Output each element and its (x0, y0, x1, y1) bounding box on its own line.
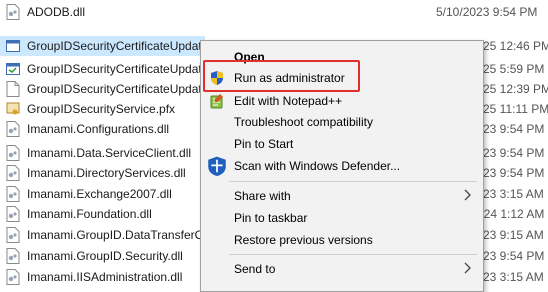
file-name: GroupIDSecurityCertificateUpdat (27, 82, 202, 96)
file-date: 024 1:12 AM (477, 207, 545, 221)
menu-item-label: Troubleshoot compatibility (234, 115, 373, 129)
annotation-highlight-box (203, 60, 360, 92)
dll-file-icon (6, 121, 20, 137)
chevron-right-icon (464, 262, 471, 274)
file-name: Imanami.Configurations.dll (27, 122, 170, 136)
menu-item-troubleshoot[interactable]: Troubleshoot compatibility (201, 111, 483, 133)
menu-item-label: Scan with Windows Defender... (234, 159, 401, 173)
file-date: 23 9:54 PM (483, 166, 545, 180)
menu-item-label: Share with (234, 189, 291, 203)
certificate-file-icon (6, 102, 20, 115)
exe-file-icon (6, 63, 20, 75)
menu-item-label: Restore previous versions (234, 233, 373, 247)
menu-item-restore-versions[interactable]: Restore previous versions (201, 229, 483, 251)
file-date: 5/10/2023 9:54 PM (436, 5, 538, 19)
dll-file-icon (6, 227, 20, 243)
file-name: Imanami.Data.ServiceClient.dll (27, 146, 192, 160)
windows-defender-icon (208, 156, 226, 176)
file-name: GroupIDSecurityService.pfx (27, 102, 176, 116)
file-row-selected[interactable]: GroupIDSecurityCertificateUpdat (0, 36, 205, 56)
menu-item-label: Pin to Start (234, 137, 294, 151)
file-date: 23 3:15 AM (483, 187, 544, 201)
file-date: 25 11:11 PM (483, 102, 548, 116)
menu-separator (229, 254, 477, 255)
menu-item-pin-start[interactable]: Pin to Start (201, 133, 483, 155)
file-row[interactable]: ADODB.dll 5/10/2023 9:54 PM (0, 2, 548, 22)
menu-item-share-with[interactable]: Share with (201, 185, 483, 207)
blank-file-icon (6, 81, 20, 97)
dll-file-icon (6, 4, 20, 20)
file-date: 23 9:54 PM (483, 122, 545, 136)
dll-file-icon (6, 145, 20, 161)
menu-separator (229, 181, 477, 182)
dll-file-icon (6, 206, 20, 222)
menu-item-label: Edit with Notepad++ (234, 94, 343, 108)
file-name: Imanami.GroupID.DataTransferO (27, 228, 202, 242)
file-name: GroupIDSecurityCertificateUpdat (27, 62, 202, 76)
menu-item-scan-defender[interactable]: Scan with Windows Defender... (201, 155, 483, 177)
menu-item-pin-taskbar[interactable]: Pin to taskbar (201, 207, 483, 229)
chevron-right-icon (464, 189, 471, 201)
file-name: Imanami.GroupID.Security.dll (27, 249, 183, 263)
notepad-plus-plus-icon (210, 94, 223, 109)
file-name: ADODB.dll (27, 5, 86, 19)
exe-file-icon (6, 40, 20, 52)
menu-item-send-to[interactable]: Send to (201, 258, 483, 280)
dll-file-icon (6, 186, 20, 202)
file-name: Imanami.Exchange2007.dll (27, 187, 172, 201)
menu-item-label: Send to (234, 262, 276, 276)
file-date: 23 9:15 AM (483, 228, 544, 242)
dll-file-icon (6, 248, 20, 264)
file-name: Imanami.Foundation.dll (27, 207, 152, 221)
file-date: 25 12:46 PM (483, 39, 548, 53)
file-name: Imanami.DirectoryServices.dll (27, 166, 186, 180)
menu-item-edit-notepad[interactable]: Edit with Notepad++ (201, 90, 483, 112)
menu-item-label: Pin to taskbar (234, 211, 308, 225)
file-date: 23 9:54 PM (483, 249, 545, 263)
file-name: GroupIDSecurityCertificateUpdat (27, 39, 202, 53)
dll-file-icon (6, 269, 20, 285)
dll-file-icon (6, 165, 20, 181)
file-date: 25 12:39 PM (483, 82, 548, 96)
file-date: 23 9:54 PM (483, 146, 545, 160)
file-date: 25 5:59 PM (483, 62, 545, 76)
